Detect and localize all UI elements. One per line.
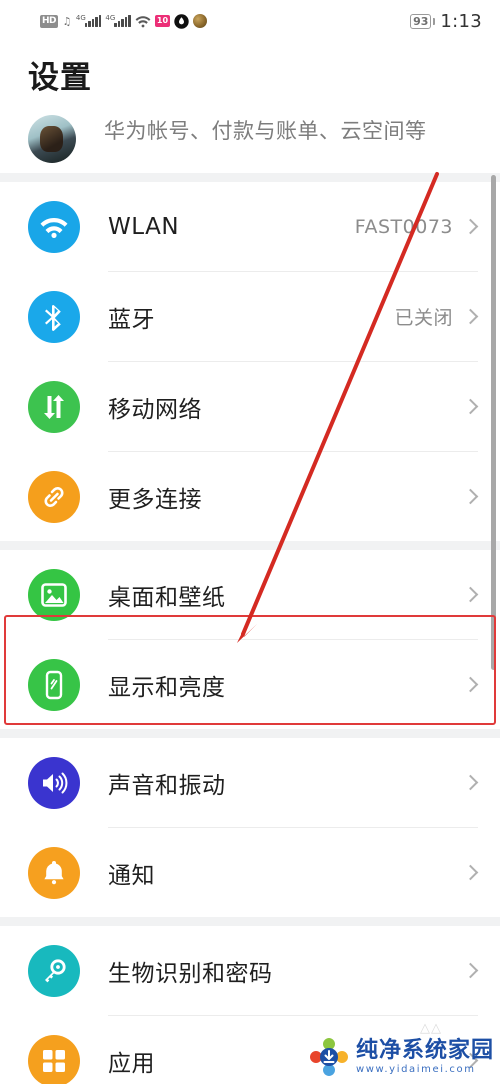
hd-icon: HD — [40, 14, 59, 28]
battery-icon: 93 — [410, 13, 436, 29]
vertical-scrollbar[interactable] — [491, 175, 496, 670]
watermark-name: 纯净系统家园 — [355, 1037, 494, 1063]
apps-grid-icon — [28, 1034, 80, 1084]
image-icon — [28, 568, 80, 621]
watermark-text: 纯净系统家园 www.yidaimei.com — [355, 1037, 494, 1075]
app-badge-pink-icon: 10 — [154, 15, 171, 27]
chevron-right-icon — [462, 488, 479, 505]
settings-row-label: 蓝牙 — [108, 306, 155, 333]
chevron-right-icon — [462, 218, 479, 235]
settings-row-bluetooth[interactable]: 蓝牙 已关闭 — [0, 272, 500, 361]
section-gap — [0, 541, 500, 550]
settings-row-sound-vibration[interactable]: 声音和振动 — [0, 738, 500, 827]
watermark-ghost-text: △△ — [420, 1021, 442, 1036]
chevron-right-icon — [462, 398, 479, 415]
link-icon — [28, 470, 80, 523]
watermark-logo-icon — [308, 1036, 350, 1078]
account-subtitle: 华为帐号、付款与账单、云空间等 — [104, 119, 427, 143]
settings-row-value: FAST0073 — [354, 215, 453, 238]
settings-row-more-connections[interactable]: 更多连接 — [0, 452, 500, 541]
chevron-right-icon — [462, 308, 479, 325]
section-gap — [0, 917, 500, 926]
signal-bars-sim2-icon: 4G — [105, 14, 131, 27]
status-bar-right-icons: 93 1:13 — [410, 11, 482, 32]
clock-label: 1:13 — [440, 10, 482, 32]
settings-row-label: 移动网络 — [108, 396, 202, 423]
settings-screen: HD ♫ 4G 4G 10 93 1:13 设置 华为帐号、付款与账单、云空间等… — [0, 0, 500, 1084]
vibrate-icon: ♫ — [63, 14, 71, 28]
settings-row-mobile-network[interactable]: 移动网络 — [0, 362, 500, 451]
chevron-right-icon — [462, 676, 479, 693]
key-icon — [28, 944, 80, 997]
settings-row-label: 生物识别和密码 — [108, 960, 273, 987]
water-drop-icon — [174, 13, 189, 29]
bell-icon — [28, 846, 80, 899]
chevron-right-icon — [462, 586, 479, 603]
settings-row-notifications[interactable]: 通知 — [0, 828, 500, 917]
settings-row-label: 声音和振动 — [108, 772, 226, 799]
user-avatar — [28, 115, 76, 163]
page-title-bar: 设置 — [0, 42, 500, 111]
section-gap — [0, 173, 500, 182]
settings-row-label: 更多连接 — [108, 486, 202, 513]
battery-percent-label: 93 — [410, 13, 432, 29]
settings-row-value: 已关闭 — [394, 307, 453, 329]
settings-row-display-brightness[interactable]: 显示和亮度 — [0, 640, 500, 729]
network-type-label-1: 4G — [75, 14, 86, 22]
settings-row-label: 显示和亮度 — [108, 674, 226, 701]
watermark: 纯净系统家园 www.yidaimei.com — [308, 1036, 494, 1078]
bluetooth-icon — [28, 290, 80, 343]
settings-scroll-area[interactable]: 华为帐号、付款与账单、云空间等 WLAN FAST0073 蓝牙 已关闭 移动网… — [0, 111, 500, 1084]
wifi-icon — [28, 200, 80, 253]
signal-bars-sim1-icon: 4G — [75, 14, 102, 27]
mobile-network-icon — [28, 380, 80, 433]
settings-row-label: WLAN — [108, 213, 180, 240]
watermark-url: www.yidaimei.com — [355, 1063, 476, 1075]
network-type-label-2: 4G — [105, 14, 116, 22]
section-sound: 声音和振动 通知 — [0, 738, 500, 917]
page-title: 设置 — [28, 60, 92, 96]
app-badge-icon — [193, 14, 208, 28]
section-connectivity: WLAN FAST0073 蓝牙 已关闭 移动网络 更多连接 — [0, 182, 500, 541]
status-bar: HD ♫ 4G 4G 10 93 1:13 — [0, 0, 500, 42]
phone-brightness-icon — [28, 658, 80, 711]
account-card: 华为帐号、付款与账单、云空间等 — [0, 111, 500, 173]
settings-row-label: 通知 — [108, 862, 155, 889]
section-display: 桌面和壁纸 显示和亮度 — [0, 550, 500, 729]
status-bar-left-icons: HD ♫ 4G 4G 10 — [40, 13, 208, 29]
section-gap — [0, 729, 500, 738]
settings-row-wallpaper[interactable]: 桌面和壁纸 — [0, 550, 500, 639]
account-row[interactable]: 华为帐号、付款与账单、云空间等 — [0, 111, 500, 173]
battery-tip — [432, 17, 436, 25]
speaker-icon — [28, 756, 80, 809]
wifi-icon — [135, 15, 151, 28]
settings-row-wlan[interactable]: WLAN FAST0073 — [0, 182, 500, 271]
settings-row-biometrics-password[interactable]: 生物识别和密码 — [0, 926, 500, 1015]
chevron-right-icon — [462, 962, 479, 979]
settings-row-label: 桌面和壁纸 — [108, 584, 226, 611]
chevron-right-icon — [462, 864, 479, 881]
chevron-right-icon — [462, 774, 479, 791]
